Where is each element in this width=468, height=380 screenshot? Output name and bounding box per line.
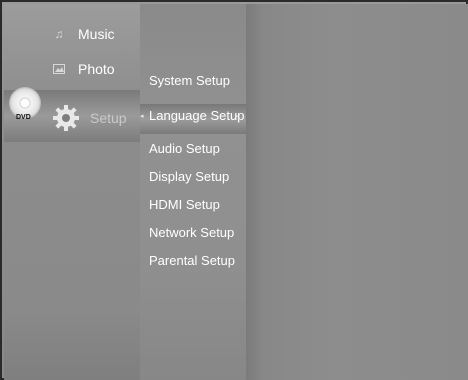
gear-icon	[52, 104, 80, 132]
menu-item-photo[interactable]: Photo	[52, 61, 115, 77]
disc-label: DVD	[16, 114, 31, 121]
submenu-item-system-setup[interactable]: System Setup	[149, 73, 230, 88]
chevron-right-icon[interactable]: ▸	[235, 112, 239, 120]
menu-item-music[interactable]: ♫ Music	[52, 26, 115, 42]
submenu-item-hdmi-setup[interactable]: HDMI Setup	[149, 197, 220, 212]
main-menu-lower-area	[4, 142, 140, 380]
menu-item-setup[interactable]: Setup	[52, 104, 127, 132]
submenu-item-network-setup[interactable]: Network Setup	[149, 225, 234, 240]
menu-item-label: Photo	[78, 61, 115, 77]
content-area	[246, 4, 468, 380]
music-note-icon: ♫	[54, 27, 64, 41]
screen	[0, 0, 468, 380]
menu-item-label: Music	[78, 26, 115, 42]
chevron-left-icon[interactable]: ◂	[140, 112, 144, 120]
menu-item-label: Setup	[90, 110, 127, 126]
submenu-item-parental-setup[interactable]: Parental Setup	[149, 253, 235, 268]
submenu-item-audio-setup[interactable]: Audio Setup	[149, 141, 220, 156]
submenu-item-language-setup[interactable]: Language Setup	[149, 108, 244, 123]
submenu-item-display-setup[interactable]: Display Setup	[149, 169, 229, 184]
photo-icon	[52, 62, 66, 76]
setup-submenu-column	[140, 4, 246, 380]
